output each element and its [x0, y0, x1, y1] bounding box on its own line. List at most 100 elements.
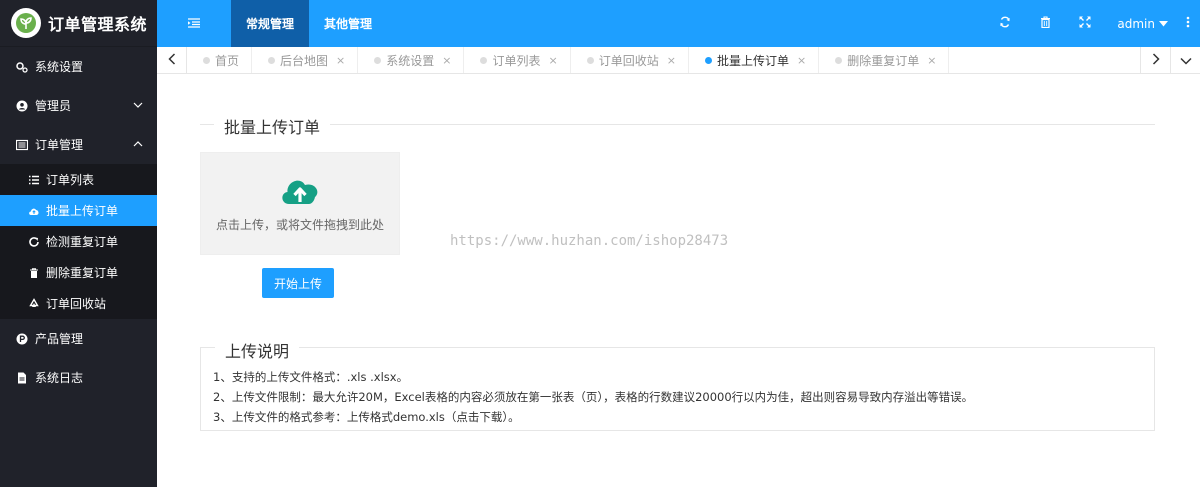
p-circle-icon — [16, 333, 28, 345]
sidebar-item-label: 管理员 — [35, 99, 72, 113]
top-navbar: 常规管理 其他管理 admin — [157, 0, 1200, 47]
sidebar-subitem-label: 订单列表 — [46, 173, 95, 187]
list-box-icon — [16, 139, 28, 151]
page-tab-label: 订单列表 — [492, 54, 541, 68]
tabs-menu-button[interactable] — [1170, 47, 1200, 74]
tab-dot — [203, 57, 210, 64]
chevron-left-icon — [167, 53, 176, 68]
sidebar-toggle-button[interactable] — [157, 0, 231, 47]
page-tab-system-settings[interactable]: 系统设置 × — [358, 47, 465, 73]
upload-fieldset-line — [200, 124, 1155, 125]
page-tab-strip: 首页 后台地图 × 系统设置 × 订单列表 × 订单回收站 × 批量上传订单 × — [157, 47, 1200, 74]
sidebar-subitem-order-list[interactable]: 订单列表 — [0, 164, 157, 195]
tab-dot — [835, 57, 843, 64]
sidebar-item-label: 产品管理 — [35, 332, 84, 346]
tabs-scroll-left-button[interactable] — [157, 47, 187, 74]
page-tab-label: 首页 — [215, 54, 240, 68]
chevron-down-icon — [133, 99, 143, 113]
fullscreen-icon — [1079, 16, 1091, 31]
sidebar-item-label: 系统日志 — [35, 371, 84, 385]
top-tab-general[interactable]: 常规管理 — [231, 0, 310, 47]
watermark-url: https://www.huzhan.com/ishop28473 — [450, 233, 729, 249]
username: admin — [1117, 16, 1155, 31]
instruction-line-1: 1、支持的上传文件格式：.xls .xlsx。 — [213, 370, 409, 384]
close-icon[interactable]: × — [927, 54, 936, 67]
top-right-tools: admin — [985, 0, 1200, 47]
order-submenu: 订单列表 批量上传订单 检测重复订单 删除重复订单 订单回收站 — [0, 164, 157, 319]
close-icon[interactable]: × — [797, 54, 806, 67]
top-tab-other[interactable]: 其他管理 — [309, 0, 387, 47]
refresh-icon — [999, 16, 1011, 31]
sidebar-item-order-management[interactable]: 订单管理 — [0, 125, 157, 164]
tab-spacer — [949, 47, 1140, 73]
vertical-dots-icon — [1186, 16, 1190, 31]
close-icon[interactable]: × — [336, 54, 345, 67]
recycle-icon — [28, 297, 40, 310]
sidebar-subitem-detect-duplicates[interactable]: 检测重复订单 — [0, 226, 157, 257]
page-tab-delete-duplicates[interactable]: 删除重复订单 × — [819, 47, 950, 73]
close-icon[interactable]: × — [549, 54, 558, 67]
tab-dot — [374, 57, 382, 64]
upload-dropzone[interactable]: 点击上传，或将文件拖拽到此处 — [200, 152, 400, 255]
sidebar-item-system-log[interactable]: 系统日志 — [0, 358, 157, 397]
page-tab-recycle-bin[interactable]: 订单回收站 × — [571, 47, 689, 73]
chevron-up-icon — [133, 138, 143, 152]
tab-dot — [480, 57, 488, 64]
tab-dot — [268, 57, 276, 64]
page-tab-label: 系统设置 — [386, 54, 435, 68]
page-tab-order-list[interactable]: 订单列表 × — [464, 47, 571, 73]
sidebar-item-product-management[interactable]: 产品管理 — [0, 319, 157, 358]
refresh-icon — [28, 236, 40, 248]
chevron-right-icon — [1152, 53, 1160, 68]
sidebar-item-system-settings[interactable]: 系统设置 — [0, 47, 157, 86]
page-tab-label: 订单回收站 — [598, 54, 659, 68]
cloud-upload-icon — [28, 205, 40, 217]
tabs-scroll-right-button[interactable] — [1140, 47, 1170, 74]
logo[interactable]: 订单管理系统 — [0, 0, 157, 47]
more-menu-button[interactable] — [1176, 0, 1200, 47]
page-tab-label: 后台地图 — [280, 54, 329, 68]
upload-hint: 点击上传，或将文件拖拽到此处 — [215, 217, 384, 232]
app-title: 订单管理系统 — [48, 15, 148, 34]
file-icon — [16, 372, 28, 384]
page-tab-label: 删除重复订单 — [847, 54, 920, 68]
sidebar-subitem-label: 批量上传订单 — [46, 204, 119, 218]
chevron-down-icon — [1179, 54, 1192, 68]
page-tab-home[interactable]: 首页 — [187, 47, 253, 73]
start-upload-button[interactable]: 开始上传 — [262, 268, 334, 298]
close-icon[interactable]: × — [667, 54, 676, 67]
sidebar-subitem-recycle-bin[interactable]: 订单回收站 — [0, 288, 157, 319]
instructions-title: 上传说明 — [215, 338, 300, 362]
instruction-line-2: 2、上传文件限制：最大允许20M，Excel表格的内容必须放在第一张表（页），表… — [213, 390, 974, 404]
gears-icon — [16, 61, 28, 73]
sidebar-subitem-label: 检测重复订单 — [46, 235, 119, 249]
clear-cache-button[interactable] — [1025, 0, 1065, 47]
caret-down-icon — [1159, 20, 1168, 27]
user-menu[interactable]: admin — [1105, 17, 1176, 31]
sidebar-subitem-label: 删除重复订单 — [46, 266, 119, 280]
page-tabs: 首页 后台地图 × 系统设置 × 订单列表 × 订单回收站 × 批量上传订单 × — [187, 47, 1140, 73]
sidebar-subitem-delete-duplicates[interactable]: 删除重复订单 — [0, 257, 157, 288]
sidebar: 订单管理系统 系统设置 管理员 订单管理 订单列表 批量上传订单 检测重复订单 … — [0, 0, 157, 487]
fullscreen-button[interactable] — [1065, 0, 1105, 47]
page-tab-label: 批量上传订单 — [716, 54, 789, 68]
close-icon[interactable]: × — [442, 54, 451, 67]
sidebar-item-label: 系统设置 — [35, 60, 84, 74]
cloud-upload-icon — [279, 175, 321, 208]
page-tab-sitemap[interactable]: 后台地图 × — [252, 47, 359, 73]
indent-icon — [188, 17, 200, 31]
page-tab-batch-upload[interactable]: 批量上传订单 × — [689, 47, 820, 73]
sidebar-subitem-batch-upload[interactable]: 批量上传订单 — [0, 195, 157, 226]
upload-section-title: 批量上传订单 — [214, 114, 331, 138]
tab-dot — [586, 57, 594, 64]
trash-icon — [1040, 16, 1051, 31]
refresh-button[interactable] — [985, 0, 1025, 47]
sidebar-item-admin[interactable]: 管理员 — [0, 86, 157, 125]
sprout-logo-icon — [11, 8, 41, 38]
instructions-list: 1、支持的上传文件格式：.xls .xlsx。 2、上传文件限制：最大允许20M… — [213, 367, 973, 427]
list-icon — [28, 174, 40, 186]
sidebar-item-label: 订单管理 — [35, 138, 84, 152]
instruction-line-3[interactable]: 3、上传文件的格式参考：上传格式demo.xls（点击下载）。 — [213, 407, 973, 427]
trash-icon — [28, 267, 40, 279]
tab-dot-active — [704, 57, 712, 64]
